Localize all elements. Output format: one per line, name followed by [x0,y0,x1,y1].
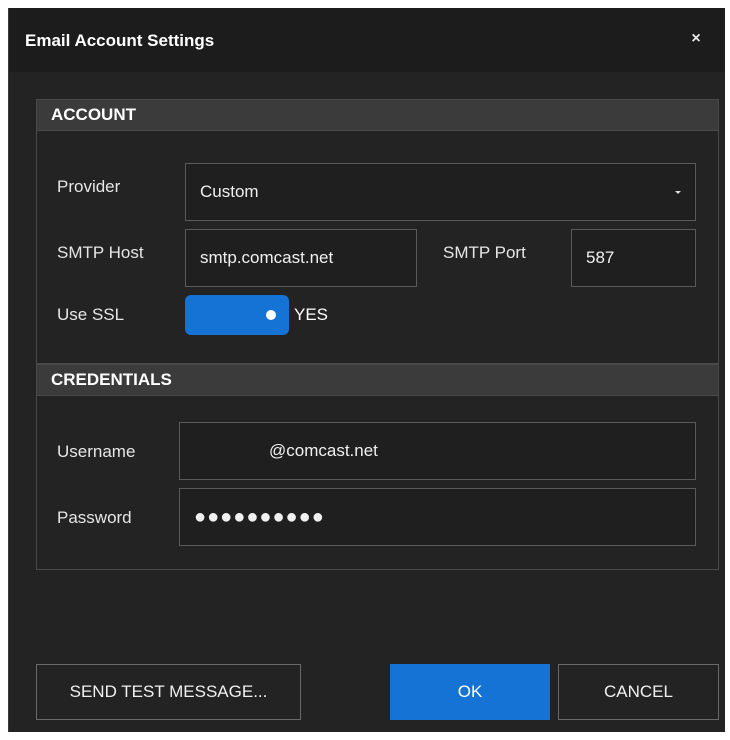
use-ssl-label: Use SSL [57,305,125,324]
use-ssl-state: YES [294,305,329,324]
credentials-group-header: CREDENTIALS [37,365,718,396]
username-label: Username [57,442,136,461]
smtp-port-input[interactable]: 587 [571,229,696,287]
chevron-down-icon [675,191,681,194]
send-test-message-label: SEND TEST MESSAGE... [69,682,268,701]
cancel-button[interactable]: CANCEL [558,664,719,720]
account-group-header: ACCOUNT [37,100,718,131]
provider-label: Provider [57,177,121,196]
dialog-title: Email Account Settings [25,31,215,50]
account-group: ACCOUNT Provider Custom SMTP Host smtp.c… [36,99,719,364]
close-button[interactable]: × [685,28,707,50]
username-value: @comcast.net [269,441,378,460]
password-input[interactable]: ●●●●●●●●●● [179,488,696,546]
dialog-titlebar: Email Account Settings × [9,8,725,72]
provider-select[interactable]: Custom [185,163,696,221]
ok-label: OK [457,682,483,701]
password-label: Password [57,508,132,527]
smtp-host-input[interactable]: smtp.comcast.net [185,229,417,287]
email-account-settings-dialog: Email Account Settings × ACCOUNT Provide… [8,8,725,732]
ok-button[interactable]: OK [390,664,550,720]
smtp-port-value: 587 [586,248,615,267]
provider-value: Custom [200,182,259,201]
smtp-host-label: SMTP Host [57,243,144,262]
username-input[interactable]: @comcast.net [179,422,696,480]
password-value: ●●●●●●●●●● [194,505,325,528]
cancel-label: CANCEL [604,682,673,701]
close-icon: × [691,30,701,47]
send-test-message-button[interactable]: SEND TEST MESSAGE... [36,664,301,720]
toggle-knob [266,310,276,320]
smtp-port-label: SMTP Port [443,243,526,262]
credentials-group: CREDENTIALS Username @comcast.net Passwo… [36,364,719,570]
use-ssl-toggle[interactable] [185,295,289,335]
smtp-host-value: smtp.comcast.net [200,248,334,267]
